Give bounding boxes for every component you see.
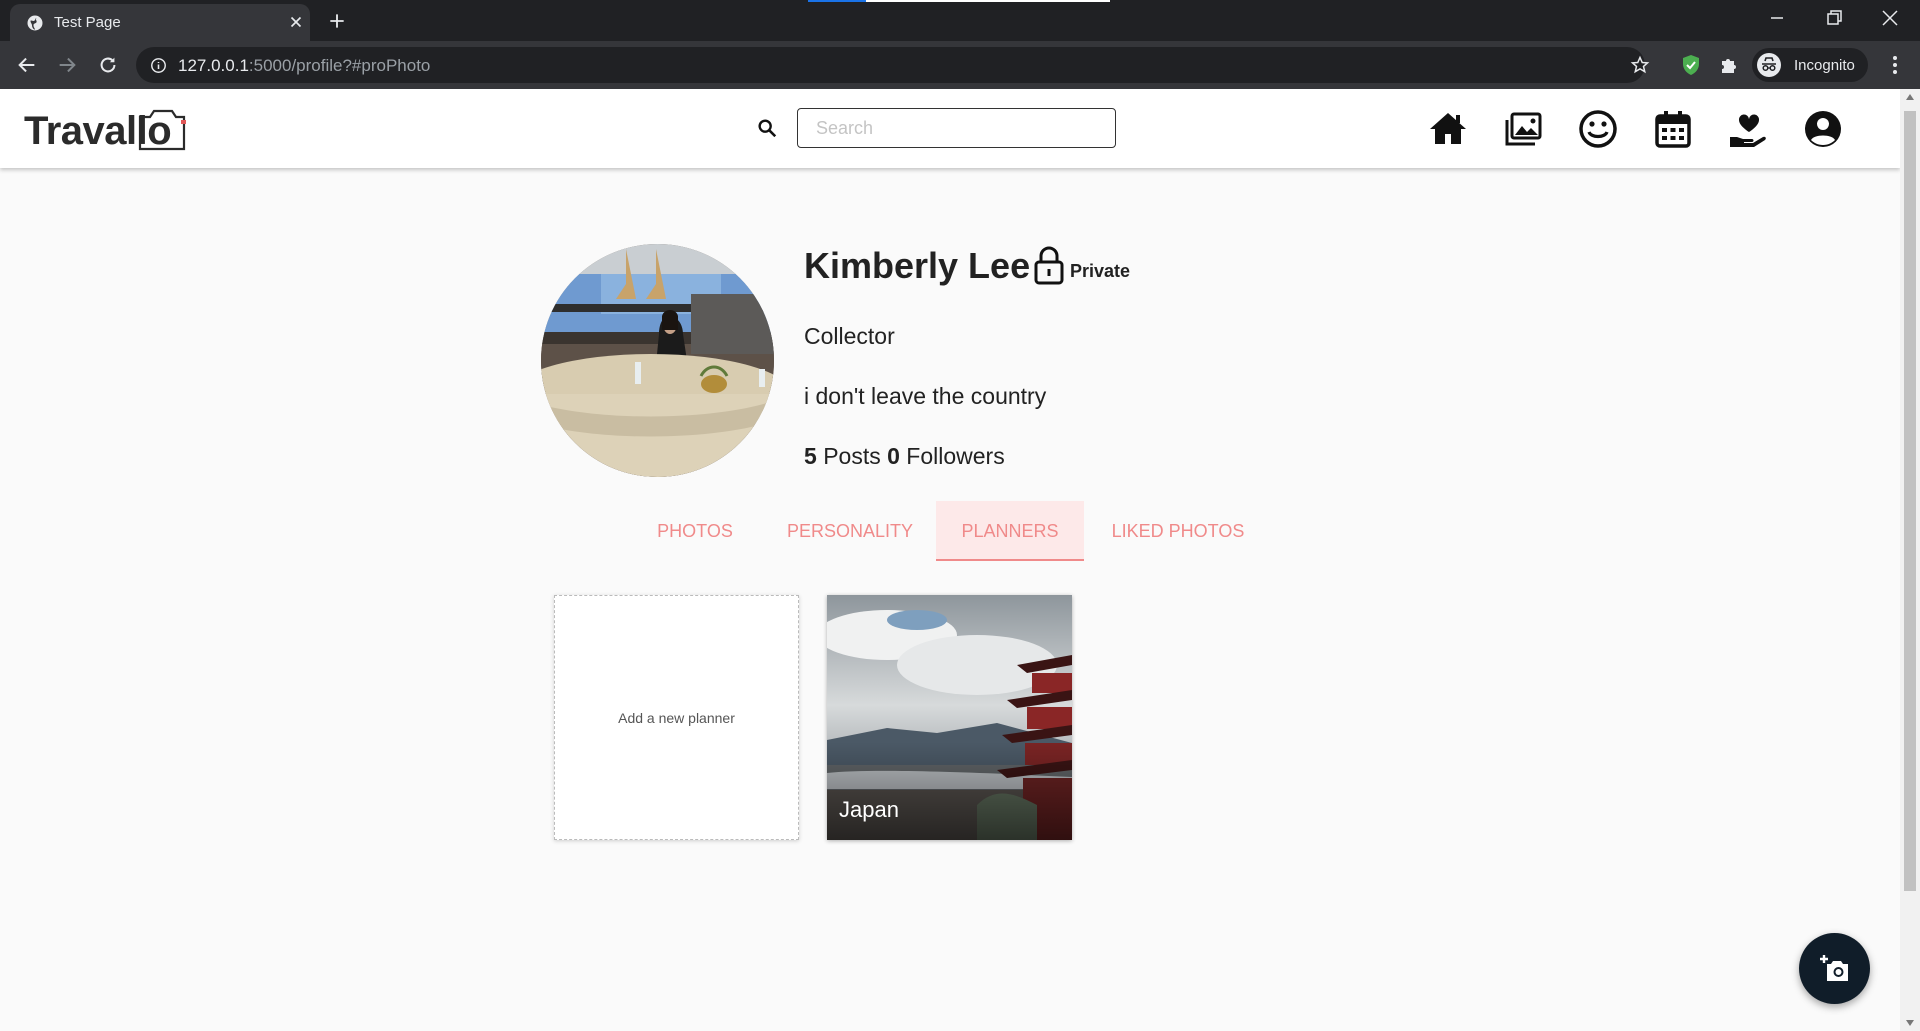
profile-bio: i don't leave the country: [804, 383, 1047, 409]
restore-icon[interactable]: [1822, 6, 1846, 30]
forward-arrow-icon[interactable]: [56, 54, 78, 76]
logo-camera-outline: [138, 109, 186, 151]
globe-icon: [27, 15, 43, 31]
url-text: 127.0.0.1:5000/profile?#proPhoto: [178, 56, 430, 76]
page-viewport: Travallo Search Kimberly Lee Private Col…: [0, 89, 1900, 1031]
tab-planners[interactable]: PLANNERS: [936, 501, 1084, 561]
profile-photo: [541, 244, 774, 477]
tab-photos[interactable]: PHOTOS: [640, 501, 750, 561]
calendar-icon[interactable]: [1653, 109, 1693, 149]
url-path: :5000/profile?#proPhoto: [248, 56, 431, 75]
incognito-badge[interactable]: Incognito: [1752, 48, 1868, 82]
site-navbar: Travallo: [0, 89, 1900, 168]
bookmark-star-icon[interactable]: [1630, 55, 1650, 75]
back-arrow-icon[interactable]: [16, 54, 38, 76]
close-window-icon[interactable]: [1878, 6, 1902, 30]
search-icon[interactable]: [756, 117, 778, 139]
profile-tabs: PHOTOS PERSONALITY PLANNERS LIKED PHOTOS: [0, 501, 1900, 561]
tab-personality[interactable]: PERSONALITY: [775, 501, 925, 561]
posts-label: Posts: [823, 443, 881, 469]
browser-tabstrip: Test Page: [0, 0, 1920, 41]
planner-name: Japan: [839, 797, 899, 822]
profile-avatar[interactable]: [541, 244, 774, 477]
smiley-icon[interactable]: [1578, 109, 1618, 149]
search-input[interactable]: [797, 108, 1116, 148]
puzzle-extensions-icon[interactable]: [1718, 53, 1742, 77]
scroll-up-arrow-icon[interactable]: [1905, 93, 1915, 101]
scroll-down-arrow-icon[interactable]: [1905, 1019, 1915, 1027]
browser-tab[interactable]: Test Page: [10, 4, 310, 41]
minimize-icon[interactable]: [1765, 6, 1789, 30]
browser-tab-title: Test Page: [54, 14, 121, 31]
planner-card-japan[interactable]: Japan: [827, 595, 1072, 840]
page-scrollbar[interactable]: [1900, 89, 1920, 1031]
add-camera-icon: [1820, 955, 1848, 981]
followers-count: 0: [887, 443, 900, 469]
site-info-icon[interactable]: [150, 57, 167, 74]
profile-title: Collector: [804, 323, 895, 349]
travallo-logo[interactable]: Travallo: [22, 101, 192, 155]
address-bar[interactable]: 127.0.0.1:5000/profile?#proPhoto: [136, 47, 1650, 83]
incognito-label: Incognito: [1794, 57, 1855, 74]
url-host: 127.0.0.1: [178, 56, 249, 75]
incognito-icon: [1757, 53, 1781, 77]
add-photo-fab[interactable]: [1799, 933, 1870, 1004]
account-circle-icon[interactable]: [1803, 109, 1843, 149]
followers-label: Followers: [906, 443, 1005, 469]
browser-menu-icon[interactable]: [1885, 54, 1905, 76]
close-tab-icon[interactable]: [287, 13, 305, 31]
add-planner-label: Add a new planner: [618, 709, 735, 726]
reload-icon[interactable]: [97, 54, 119, 76]
profile-name: Kimberly Lee: [804, 245, 1031, 286]
add-planner-card[interactable]: Add a new planner: [554, 595, 799, 840]
tab-liked-photos[interactable]: LIKED PHOTOS: [1098, 501, 1258, 561]
lock-icon: [1034, 246, 1064, 285]
profile-stats: 5 Posts 0 Followers: [804, 443, 1005, 470]
new-tab-icon[interactable]: [327, 11, 347, 31]
privacy-label: Private: [1070, 261, 1131, 281]
browser-toolbar: 127.0.0.1:5000/profile?#proPhoto Incogni…: [0, 41, 1920, 89]
posts-count: 5: [804, 443, 817, 469]
shield-extension-icon[interactable]: [1679, 53, 1703, 77]
photo-library-icon[interactable]: [1503, 109, 1543, 149]
loading-progress-bar: [808, 0, 1110, 2]
donate-heart-icon[interactable]: [1728, 109, 1768, 149]
home-icon[interactable]: [1428, 109, 1468, 149]
scrollbar-thumb[interactable]: [1904, 111, 1916, 891]
